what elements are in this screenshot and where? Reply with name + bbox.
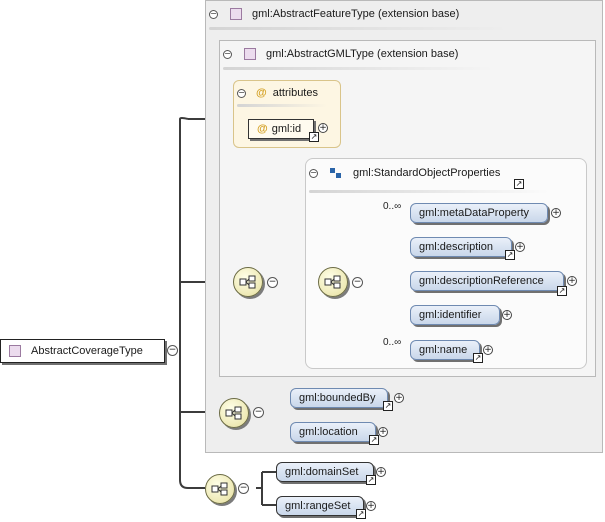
complex-type-icon — [9, 345, 21, 357]
root-type-label: AbstractCoverageType — [31, 345, 143, 357]
sequence-glyph-icon — [225, 406, 242, 420]
sequence-glyph-icon — [324, 275, 341, 289]
cardinality-label: 0..∞ — [383, 337, 402, 348]
header-divider — [309, 190, 549, 193]
sequence-compositor-icon[interactable] — [233, 267, 263, 297]
link-arrow-icon[interactable]: ↗ — [356, 509, 366, 519]
element-metadataproperty[interactable]: gml:metaDataProperty — [410, 203, 548, 223]
link-arrow-icon[interactable]: ↗ — [309, 132, 319, 142]
attributes-title: attributes — [272, 87, 318, 99]
sequence-compositor-icon[interactable] — [318, 267, 348, 297]
header-divider — [237, 104, 327, 107]
expand-icon[interactable]: + — [483, 345, 493, 355]
link-arrow-icon[interactable]: ↗ — [557, 286, 567, 296]
collapse-icon[interactable]: − — [223, 49, 232, 59]
expand-icon[interactable]: + — [394, 393, 404, 403]
collapse-icon[interactable]: − — [167, 345, 178, 356]
expand-icon[interactable]: + — [551, 208, 561, 218]
expand-icon[interactable]: + — [378, 427, 388, 437]
expand-icon[interactable]: + — [318, 123, 328, 133]
attribute-label: gml:id — [271, 123, 302, 135]
expand-icon[interactable]: + — [376, 467, 386, 477]
link-arrow-icon[interactable]: ↗ — [369, 435, 379, 445]
expand-icon[interactable]: + — [567, 276, 577, 286]
element-descriptionreference[interactable]: gml:descriptionReference — [410, 271, 564, 291]
element-location[interactable]: gml:location — [290, 422, 376, 442]
element-name[interactable]: gml:name — [410, 340, 480, 360]
feature-type-header: − gml:AbstractFeatureType (extension bas… — [209, 8, 459, 20]
collapse-icon[interactable]: − — [267, 277, 278, 288]
element-boundedby[interactable]: gml:boundedBy — [290, 388, 388, 408]
expand-icon[interactable]: + — [366, 501, 376, 511]
link-arrow-icon[interactable]: ↗ — [366, 475, 376, 485]
cardinality-label: 0..∞ — [383, 201, 402, 212]
expand-icon[interactable]: + — [515, 242, 525, 252]
element-description[interactable]: gml:description — [410, 237, 512, 257]
link-arrow-icon[interactable]: ↗ — [514, 179, 524, 189]
link-arrow-icon[interactable]: ↗ — [473, 353, 483, 363]
collapse-icon[interactable]: − — [352, 277, 363, 288]
collapse-icon[interactable]: − — [253, 407, 264, 418]
header-divider — [209, 27, 509, 30]
root-complex-type[interactable]: AbstractCoverageType — [0, 339, 165, 363]
sequence-compositor-icon[interactable] — [219, 398, 249, 428]
standard-object-properties-title: gml:StandardObjectProperties — [353, 167, 501, 179]
expand-icon[interactable]: + — [502, 310, 512, 320]
sequence-glyph-icon — [211, 482, 228, 496]
gml-type-title: gml:AbstractGMLType (extension base) — [266, 48, 459, 60]
group-ref-icon — [330, 168, 341, 178]
complex-type-icon — [230, 8, 242, 20]
collapse-icon[interactable]: − — [309, 168, 318, 178]
complex-type-icon — [244, 48, 256, 60]
gml-type-header: − gml:AbstractGMLType (extension base) — [223, 48, 458, 60]
attributes-header: − @ attributes — [237, 87, 318, 99]
collapse-icon[interactable]: − — [237, 88, 246, 98]
link-arrow-icon[interactable]: ↗ — [383, 401, 393, 411]
standard-object-properties-header: − gml:StandardObjectProperties — [309, 167, 500, 179]
link-arrow-icon[interactable]: ↗ — [505, 250, 515, 260]
element-domainset[interactable]: gml:domainSet — [276, 462, 374, 482]
collapse-icon[interactable]: − — [209, 9, 218, 19]
sequence-compositor-icon[interactable] — [205, 474, 235, 504]
at-icon: @ — [257, 123, 268, 135]
attribute-gml-id[interactable]: @ gml:id — [248, 119, 314, 139]
element-identifier[interactable]: gml:identifier — [410, 305, 500, 325]
at-icon: @ — [256, 87, 267, 99]
element-rangeset[interactable]: gml:rangeSet — [276, 496, 364, 516]
collapse-icon[interactable]: − — [238, 483, 249, 494]
sequence-glyph-icon — [239, 275, 256, 289]
header-divider — [223, 67, 493, 70]
feature-type-title: gml:AbstractFeatureType (extension base) — [252, 8, 460, 20]
